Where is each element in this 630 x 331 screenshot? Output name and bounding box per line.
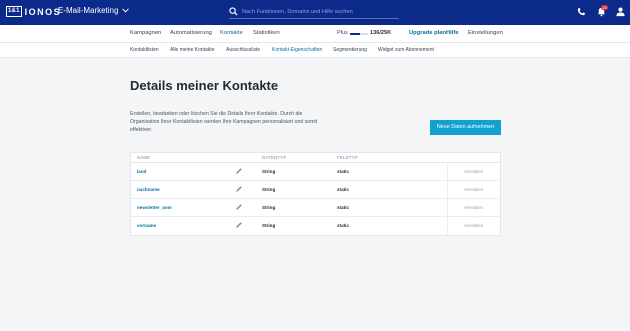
pencil-icon[interactable]	[235, 167, 243, 175]
search-bar	[229, 5, 399, 19]
table-row: land String static Verwalten	[131, 163, 500, 181]
contact-counter: 136/25K	[370, 30, 392, 36]
subnav-segmentierung[interactable]: Segmentierung	[333, 47, 367, 53]
subnav-alle-kontakte[interactable]: Alle meine Kontakte	[170, 47, 214, 53]
data-type: String	[262, 169, 276, 174]
column-divider	[447, 163, 448, 181]
header-datentyp: DATENTYP	[262, 155, 287, 160]
nav-einstellungen[interactable]: Einstellungen	[468, 30, 503, 36]
contact-attributes-table: NAME DATENTYP FELDTYP land String static…	[130, 152, 501, 236]
pencil-icon[interactable]	[235, 203, 243, 211]
header-feldtyp: FELDTYP	[337, 155, 358, 160]
product-name: E-Mail-Marketing	[58, 6, 119, 15]
attribute-name-link[interactable]: newsletter_anm	[137, 205, 172, 210]
data-type: String	[262, 205, 276, 210]
user-icon[interactable]	[615, 6, 626, 17]
data-type: String	[262, 223, 276, 228]
nav-automatisierung[interactable]: Automatisierung	[170, 30, 212, 36]
manage-link[interactable]: Verwalten	[464, 187, 483, 192]
help-link[interactable]: Hilfe	[446, 30, 459, 36]
notification-badge: 20	[601, 5, 609, 10]
product-switcher[interactable]: E-Mail-Marketing	[58, 6, 130, 15]
column-divider	[447, 181, 448, 199]
field-type: static	[337, 169, 350, 174]
new-data-button[interactable]: Neue Daten aufnehmen	[430, 120, 501, 135]
subnav-widget-abonnement[interactable]: Widget zum Abonnement	[378, 47, 434, 53]
field-type: static	[337, 223, 350, 228]
pencil-icon[interactable]	[235, 221, 243, 229]
page-description: Erstellen, bearbeiten oder löschen Sie d…	[130, 111, 318, 134]
plan-usage-bar	[350, 33, 368, 35]
header-name: NAME	[137, 155, 151, 160]
nav-statistiken[interactable]: Statistiken	[253, 30, 280, 36]
phone-icon[interactable]	[576, 6, 587, 17]
field-type: static	[337, 187, 350, 192]
upgrade-plan-link[interactable]: Upgrade plan	[409, 30, 446, 36]
nav-kontakte[interactable]: Kontakte	[220, 30, 243, 36]
search-icon[interactable]	[229, 7, 238, 16]
top-bar: 1&1 IONOS E-Mail-Marketing 20	[0, 0, 630, 25]
search-input[interactable]	[242, 8, 392, 15]
ionos-logo[interactable]: 1&1 IONOS	[6, 6, 61, 17]
table-header: NAME DATENTYP FELDTYP	[131, 153, 500, 163]
contacts-subnavigation: Kontaktlisten Alle meine Kontakte Aussch…	[0, 43, 630, 58]
manage-link[interactable]: Verwalten	[464, 205, 483, 210]
field-type: static	[337, 205, 350, 210]
table-row: vorname String static Verwalten	[131, 217, 500, 235]
plan-label: Plus	[337, 30, 348, 36]
chevron-down-icon	[122, 8, 130, 13]
subnav-ausschlussliste[interactable]: Ausschlussliste	[226, 47, 260, 53]
logo-text: IONOS	[24, 6, 62, 17]
column-divider	[447, 199, 448, 217]
logo-box: 1&1	[6, 6, 22, 17]
manage-link[interactable]: Verwalten	[464, 169, 483, 174]
data-type: String	[262, 187, 276, 192]
pencil-icon[interactable]	[235, 185, 243, 193]
attribute-name-link[interactable]: land	[137, 169, 146, 174]
column-divider	[447, 217, 448, 235]
subnav-kontakt-eigenschaften[interactable]: Kontakt-Eigenschaften	[272, 47, 322, 53]
subnav-kontaktlisten[interactable]: Kontaktlisten	[130, 47, 159, 53]
manage-link[interactable]: Verwalten	[464, 223, 483, 228]
main-navigation: Kampagnen Automatisierung Kontakte Stati…	[0, 25, 630, 43]
attribute-name-link[interactable]: nachname	[137, 187, 160, 192]
nav-kampagnen[interactable]: Kampagnen	[130, 30, 161, 36]
table-row: nachname String static Verwalten	[131, 181, 500, 199]
plan-usage-fill	[350, 33, 360, 35]
attribute-name-link[interactable]: vorname	[137, 223, 156, 228]
table-row: newsletter_anm String static Verwalten	[131, 199, 500, 217]
page-title: Details meiner Kontakte	[130, 78, 279, 93]
